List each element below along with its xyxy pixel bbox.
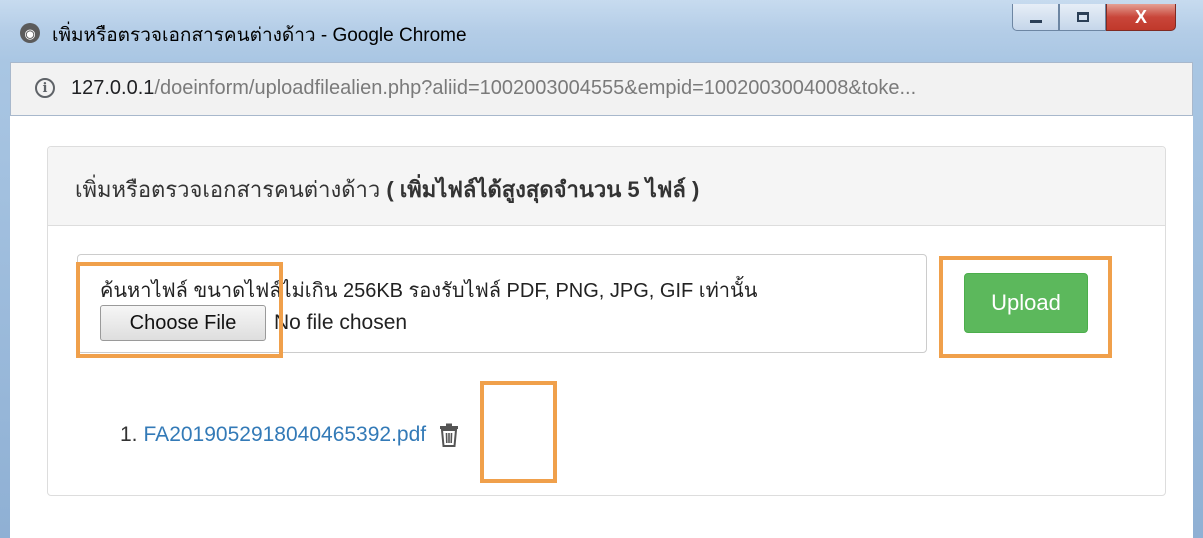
- file-number: 1.: [120, 423, 138, 446]
- trash-icon[interactable]: [438, 423, 460, 447]
- upload-panel: เพิ่มหรือตรวจเอกสารคนต่างด้าว ( เพิ่มไฟล…: [47, 146, 1166, 496]
- window-border-right: [1193, 62, 1203, 538]
- close-icon: X: [1134, 6, 1147, 27]
- panel-title: เพิ่มหรือตรวจเอกสารคนต่างด้าว ( เพิ่มไฟล…: [75, 172, 699, 207]
- close-button[interactable]: X: [1106, 4, 1176, 31]
- window-title: เพิ่มหรือตรวจเอกสารคนต่างด้าว - Google C…: [52, 25, 467, 46]
- minimize-icon: [1029, 19, 1042, 23]
- maximize-button[interactable]: [1059, 4, 1106, 31]
- panel-heading: เพิ่มหรือตรวจเอกสารคนต่างด้าว ( เพิ่มไฟล…: [48, 147, 1165, 226]
- window-border-left: [0, 62, 10, 538]
- globe-icon: ◉: [20, 23, 40, 43]
- file-input-group: ค้นหาไฟล์ ขนาดไฟล์ไม่เกิน 256KB รองรับไฟ…: [77, 254, 927, 353]
- minimize-button[interactable]: [1012, 4, 1059, 31]
- url-text[interactable]: 127.0.0.1/doeinform/uploadfilealien.php?…: [71, 77, 916, 100]
- url-path: /doeinform/uploadfilealien.php?aliid=100…: [154, 77, 917, 99]
- list-item: 1. FA2019052918040465392.pdf: [120, 423, 460, 447]
- page-content: เพิ่มหรือตรวจเอกสารคนต่างด้าว ( เพิ่มไฟล…: [10, 116, 1193, 538]
- title-bar: ◉ เพิ่มหรือตรวจเอกสารคนต่างด้าว - Google…: [0, 0, 1203, 62]
- upload-button[interactable]: Upload: [964, 273, 1088, 333]
- address-bar[interactable]: i 127.0.0.1/doeinform/uploadfilealien.ph…: [10, 62, 1193, 116]
- url-host: 127.0.0.1: [71, 77, 155, 99]
- no-file-chosen-text: No file chosen: [274, 311, 408, 334]
- info-icon[interactable]: i: [35, 78, 55, 98]
- panel-title-text: เพิ่มหรือตรวจเอกสารคนต่างด้าว: [75, 177, 381, 202]
- panel-title-limit: ( เพิ่มไฟล์ได้สูงสุดจำนวน 5 ไฟล์ ): [386, 177, 700, 202]
- file-hint: ค้นหาไฟล์ ขนาดไฟล์ไม่เกิน 256KB รองรับไฟ…: [100, 280, 758, 302]
- browser-window: ◉ เพิ่มหรือตรวจเอกสารคนต่างด้าว - Google…: [0, 0, 1203, 538]
- choose-file-button[interactable]: Choose File: [100, 305, 266, 341]
- file-link[interactable]: FA2019052918040465392.pdf: [144, 423, 427, 447]
- maximize-icon: [1076, 12, 1089, 22]
- window-controls: X: [1012, 0, 1176, 40]
